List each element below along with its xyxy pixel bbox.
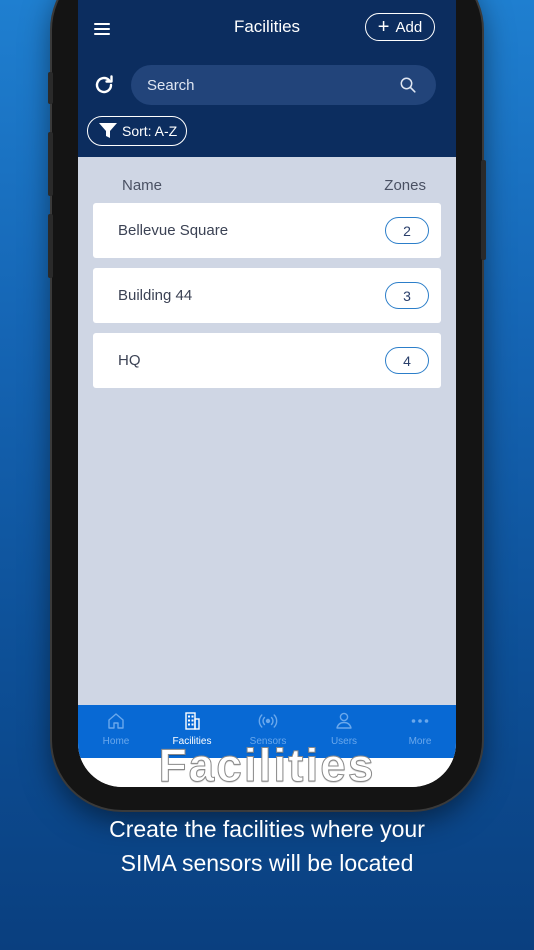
sort-button[interactable]: Sort: A-Z [87,116,187,146]
side-button-power [481,160,486,260]
zones-count-badge: 2 [385,217,429,244]
home-icon [108,713,124,729]
top-header: Facilities + Add Search Sort: A-Z [78,0,456,157]
user-icon [336,712,352,729]
search-input[interactable]: Search [131,65,436,105]
sensor-icon [258,714,278,728]
refresh-icon[interactable] [92,73,116,97]
add-facility-button[interactable]: + Add [365,13,435,41]
building-icon [185,712,200,730]
table-row[interactable]: Bellevue Square 2 [93,203,441,258]
plus-icon: + [377,16,390,38]
table-row[interactable]: HQ 4 [93,333,441,388]
table-row[interactable]: Building 44 3 [93,268,441,323]
add-button-label: Add [395,18,423,36]
promo-subtitle-line-1: Create the facilities where your [109,816,425,842]
facility-name: HQ [118,352,141,369]
column-header-name: Name [122,177,163,194]
promo-subtitle: Create the facilities where your SIMA se… [0,812,534,880]
more-icon [411,719,429,723]
facilities-list: Name Zones Bellevue Square 2 Building 44… [78,157,456,705]
facility-name: Bellevue Square [118,222,229,239]
app-screen: Facilities + Add Search Sort: A-Z Name Z… [78,0,456,787]
column-header-zones: Zones [384,177,426,194]
side-button-volume-down [48,214,53,278]
facility-name: Building 44 [118,287,193,304]
search-icon[interactable] [400,77,416,93]
zones-count-badge: 3 [385,282,429,309]
zones-count-badge: 4 [385,347,429,374]
promo-title: Facilities [158,739,376,792]
filter-icon [99,123,117,138]
search-placeholder: Search [147,76,195,94]
promo-subtitle-line-2: SIMA sensors will be located [120,850,414,876]
side-button-volume-up [48,132,53,196]
sort-label: Sort: A-Z [122,123,178,139]
side-button-silent [48,72,53,104]
